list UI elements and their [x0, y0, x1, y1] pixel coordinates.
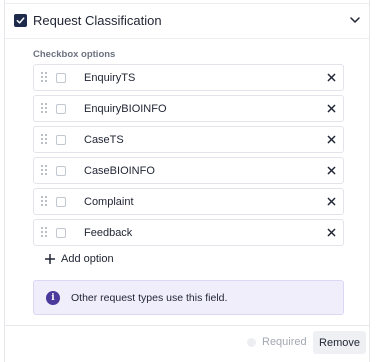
divider: [5, 325, 369, 326]
option-label[interactable]: EnquiryTS: [84, 72, 135, 84]
option-row: Feedback: [33, 219, 344, 246]
required-toggle[interactable]: Required: [247, 336, 307, 348]
required-label: Required: [262, 336, 307, 348]
add-option-label: Add option: [61, 253, 114, 265]
option-checkbox[interactable]: [56, 166, 66, 176]
field-editor-panel: Request Classification Checkbox options …: [4, 0, 370, 362]
info-text: Other request types use this field.: [71, 292, 228, 304]
info-icon: i: [46, 291, 60, 305]
remove-option-icon[interactable]: [327, 166, 336, 175]
remove-option-icon[interactable]: [327, 135, 336, 144]
info-banner: i Other request types use this field.: [33, 280, 344, 315]
remove-field-button[interactable]: Remove: [313, 331, 366, 354]
option-label[interactable]: Feedback: [84, 227, 132, 239]
option-label[interactable]: Complaint: [84, 196, 134, 208]
remove-option-icon[interactable]: [327, 197, 336, 206]
remove-option-icon[interactable]: [327, 104, 336, 113]
option-label[interactable]: CaseBIOINFO: [84, 165, 155, 177]
drag-handle-icon[interactable]: [41, 103, 48, 114]
required-toggle-indicator[interactable]: [247, 337, 256, 347]
drag-handle-icon[interactable]: [41, 227, 48, 238]
remove-option-icon[interactable]: [327, 228, 336, 237]
option-row: EnquiryBIOINFO: [33, 95, 344, 122]
option-checkbox[interactable]: [56, 197, 66, 207]
option-checkbox[interactable]: [56, 73, 66, 83]
drag-handle-icon[interactable]: [41, 165, 48, 176]
drag-handle-icon[interactable]: [41, 72, 48, 83]
option-row: Complaint: [33, 188, 344, 215]
field-title: Request Classification: [33, 13, 162, 28]
drag-handle-icon[interactable]: [41, 196, 48, 207]
option-checkbox[interactable]: [56, 135, 66, 145]
option-row: EnquiryTS: [33, 64, 344, 91]
chevron-down-icon[interactable]: [349, 14, 361, 26]
option-label[interactable]: EnquiryBIOINFO: [84, 103, 167, 115]
option-row: CaseTS: [33, 126, 344, 153]
option-label[interactable]: CaseTS: [84, 134, 124, 146]
plus-icon: [45, 254, 55, 264]
divider: [5, 38, 369, 39]
option-checkbox[interactable]: [56, 104, 66, 114]
check-icon: [16, 17, 25, 24]
add-option-button[interactable]: Add option: [45, 252, 114, 266]
option-checkbox[interactable]: [56, 228, 66, 238]
remove-option-icon[interactable]: [327, 73, 336, 82]
drag-handle-icon[interactable]: [41, 134, 48, 145]
option-row: CaseBIOINFO: [33, 157, 344, 184]
field-header[interactable]: Request Classification: [5, 4, 369, 38]
field-enabled-checkbox[interactable]: [14, 14, 27, 27]
section-label: Checkbox options: [33, 49, 116, 60]
